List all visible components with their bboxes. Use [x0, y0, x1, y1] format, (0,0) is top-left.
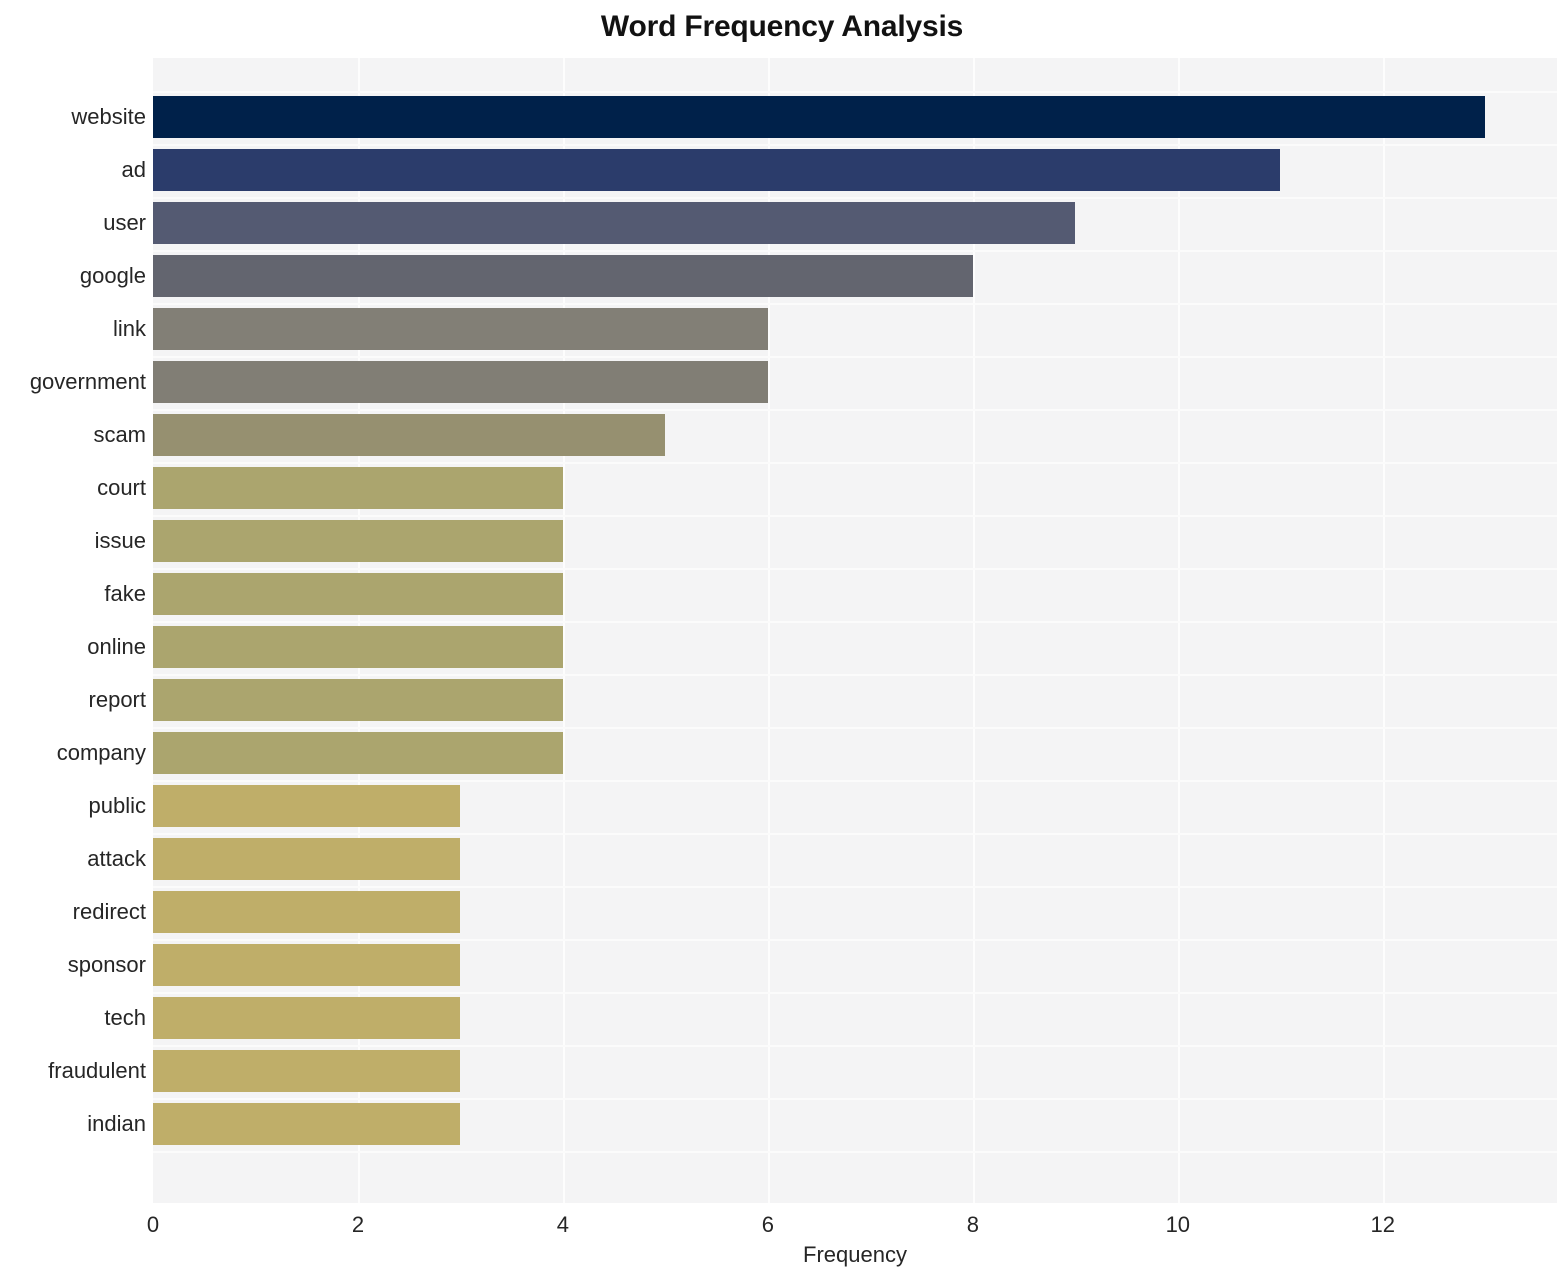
y-axis-tick-label: ad [121, 157, 146, 183]
y-axis-tick-label: government [29, 369, 146, 395]
x-axis-tick-label: 12 [1370, 1212, 1396, 1237]
y-axis-tick-label: report [88, 687, 146, 713]
y-axis-tick-label: scam [93, 422, 146, 448]
y-axis-tick-label: user [103, 210, 146, 236]
y-axis-tick-label: attack [87, 846, 146, 872]
y-axis-tick-label: website [71, 104, 146, 130]
y-axis-tick-label: fraudulent [48, 1058, 146, 1084]
y-axis-tick-label: redirect [72, 899, 146, 925]
y-axis-tick-label: court [97, 475, 146, 501]
y-axis-tick-label: link [112, 316, 146, 342]
y-axis-tick-label: public [88, 793, 146, 819]
x-axis-tick-label: 6 [761, 1212, 774, 1237]
chart-title: Word Frequency Analysis [600, 10, 964, 43]
y-axis-tick-label: issue [94, 528, 146, 554]
y-axis-tick-labels: website ad user google link government scam cou… [0, 58, 1564, 1203]
x-axis-tick-label: 10 [1165, 1212, 1191, 1237]
y-axis-tick-label: company [56, 740, 146, 766]
chart-figure: Word Frequency Analysis website ad user goo… [0, 0, 1564, 1282]
x-axis-tick-label: 0 [146, 1212, 160, 1237]
y-axis-tick-label: sponsor [67, 952, 146, 978]
y-axis-tick-label: indian [87, 1111, 146, 1137]
y-axis-tick-label: tech [104, 1005, 146, 1031]
x-axis-tick-label: 4 [556, 1212, 570, 1237]
x-axis-label: Frequency [803, 1242, 907, 1267]
y-axis-tick-label: online [87, 634, 146, 660]
x-axis-tick-label: 8 [966, 1212, 979, 1237]
y-axis-tick-label: google [79, 263, 146, 289]
x-axis-tick-label: 2 [351, 1212, 365, 1237]
y-axis-tick-label: fake [104, 581, 146, 607]
